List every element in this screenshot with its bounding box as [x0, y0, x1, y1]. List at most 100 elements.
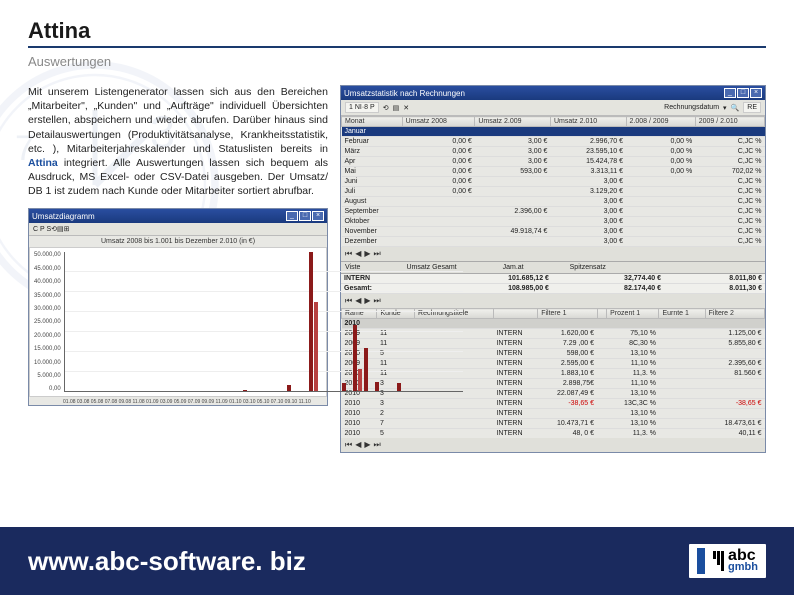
cell: Juli [342, 187, 403, 197]
bar-group [309, 252, 318, 392]
cell: INTERN [493, 379, 537, 389]
cell: INTERN [493, 419, 537, 429]
nav-icon[interactable]: ⏮ [345, 440, 352, 450]
col-header[interactable]: Umsatz 2008 [402, 117, 475, 127]
col-header[interactable]: Eurnte 1 [659, 309, 705, 319]
bar [309, 252, 313, 392]
chart-titlebar: Umsatzdiagramm _ □ × [29, 209, 327, 223]
y-tick: 20.000,00 [34, 333, 61, 339]
cell [597, 339, 607, 349]
re-button[interactable]: RE [743, 102, 761, 113]
cell: Februar [342, 137, 403, 147]
cell [626, 217, 695, 227]
logo-text-2: gmbh [728, 563, 758, 573]
cell: C,JC % [695, 217, 764, 227]
cell: 2.996,70 € [550, 137, 626, 147]
cell [659, 419, 705, 429]
title-rule [28, 46, 766, 48]
col-header[interactable]: Prozent 1 [607, 309, 659, 319]
cell: 0,00 % [626, 147, 695, 157]
cell [475, 177, 551, 187]
nav-icon[interactable]: ▶ [364, 440, 370, 450]
cell: C,JC % [695, 207, 764, 217]
cell: 3,00 € [550, 177, 626, 187]
cell: 5 [377, 429, 415, 439]
cell: August [342, 197, 403, 207]
col-header[interactable]: Monat [342, 117, 403, 127]
cell [659, 349, 705, 359]
col-header[interactable]: Umsatz 2.009 [475, 117, 551, 127]
y-tick: 25.000,00 [34, 319, 61, 325]
cell: 3,00 € [550, 207, 626, 217]
cell [402, 227, 475, 237]
cell [402, 237, 475, 247]
nav-icon[interactable]: ◀ [355, 440, 361, 450]
cell: C,JC % [695, 137, 764, 147]
bar [287, 385, 291, 392]
nav-icon[interactable]: ⏭ [374, 440, 381, 450]
refresh-icon[interactable]: ⟲ [383, 104, 389, 112]
y-tick: 15.000,00 [34, 346, 61, 352]
cell: 2010 [342, 399, 377, 409]
chevron-down-icon[interactable]: ▾ [723, 104, 727, 112]
cell [475, 127, 551, 137]
cell [402, 217, 475, 227]
cell [659, 359, 705, 369]
cell [415, 399, 494, 409]
cell [659, 399, 705, 409]
bar [243, 390, 247, 391]
detail-nav[interactable]: ⏮◀▶ ⏭ [341, 438, 765, 452]
col-header[interactable]: 2.008 / 2009 [626, 117, 695, 127]
stats-toolbar: 1 NI·8 P ⟲ ▤ ✕ Rechnungsdatum ▾ 🔍 RE [341, 100, 765, 116]
maximize-icon[interactable]: □ [737, 88, 749, 98]
col-header[interactable]: 2009 / 2.010 [695, 117, 764, 127]
toolbar-field[interactable]: 1 NI·8 P [345, 102, 379, 113]
body-paragraph: Mit unserem Listengenerator lassen sich … [28, 85, 328, 198]
cell [415, 419, 494, 429]
cell: Oktober [342, 217, 403, 227]
abc-logo: abc gmbh [689, 544, 766, 578]
col-header[interactable]: Umsatz 2.010 [550, 117, 626, 127]
cell [659, 389, 705, 399]
cell [597, 399, 607, 409]
dropdown-label: Rechnungsdatum [664, 104, 719, 111]
clear-icon[interactable]: ✕ [403, 104, 409, 112]
y-tick: 0,00 [34, 386, 61, 392]
close-icon[interactable]: × [312, 211, 324, 221]
chart-inner-title: Umsatz 2008 bis 1.001 bis Dezember 2.010… [29, 236, 327, 247]
minimize-icon[interactable]: _ [724, 88, 736, 98]
col-header[interactable] [597, 309, 607, 319]
cell: Januar [342, 127, 403, 137]
cell: 48, 0 € [538, 429, 597, 439]
cell: 0,00 € [402, 147, 475, 157]
minimize-icon[interactable]: _ [286, 211, 298, 221]
stats-window-title: Umsatzstatistik nach Rechnungen [344, 89, 723, 98]
page-subtitle: Auswertungen [28, 54, 766, 69]
cell [402, 127, 475, 137]
cell: 3,00 € [550, 237, 626, 247]
chart-toolbar-items[interactable]: C P S⟲▤⊞ [33, 225, 70, 233]
col-header[interactable]: Filtere 1 [538, 309, 597, 319]
cell: 0,00 € [402, 167, 475, 177]
cell: 49.918,74 € [475, 227, 551, 237]
cell: 2.898,75€ [538, 379, 597, 389]
body-text-post: integriert. Alle Auswertungen lassen sic… [28, 157, 328, 197]
cell: Apr [342, 157, 403, 167]
bar-group [353, 325, 362, 391]
cell [626, 187, 695, 197]
cell: C,JC % [695, 187, 764, 197]
search-icon[interactable]: 🔍 [731, 104, 740, 112]
grid-icon[interactable]: ▤ [393, 104, 400, 112]
col-header[interactable] [493, 309, 537, 319]
cell [597, 369, 607, 379]
cell: 22.087,49 € [538, 389, 597, 399]
maximize-icon[interactable]: □ [299, 211, 311, 221]
cell [626, 227, 695, 237]
bar [397, 383, 401, 392]
close-icon[interactable]: × [750, 88, 762, 98]
cell: 2010 [342, 429, 377, 439]
col-header[interactable]: Filtere 2 [705, 309, 764, 319]
bar [358, 369, 362, 391]
stats-titlebar: Umsatzstatistik nach Rechnungen _ □ × [341, 86, 765, 100]
cell: Dezember [342, 237, 403, 247]
